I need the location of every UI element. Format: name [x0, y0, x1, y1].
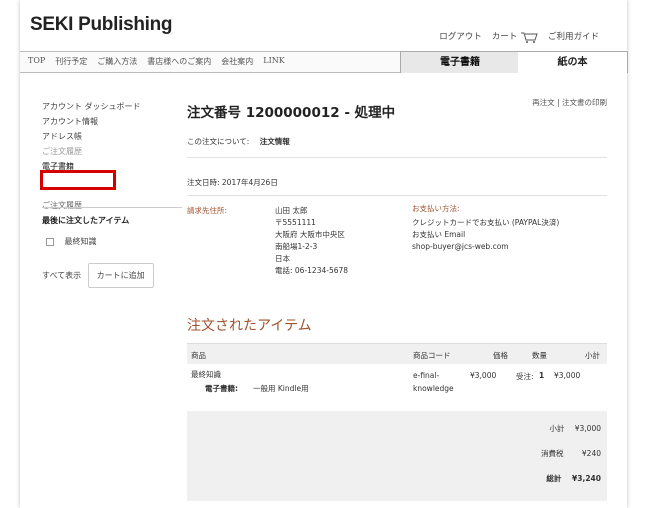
- address-line: 電話: 06-1234-5678: [275, 266, 349, 275]
- order-history-title: ご注文履歴: [42, 201, 82, 210]
- page-frame: SEKI Publishing ログアウト カート ご利用ガイド TOP 刊行予…: [20, 0, 628, 508]
- subtotal-line: 小計 ¥3,000: [549, 423, 601, 434]
- about-label: この注文について:: [187, 137, 250, 146]
- cart-label: カート: [491, 32, 518, 42]
- grand-total-value: ¥3,240: [572, 474, 601, 483]
- product-option-value: 一般用 Kindle用: [253, 384, 309, 393]
- product-price: ¥3,000: [470, 371, 497, 380]
- nav-link[interactable]: LINK: [263, 56, 284, 67]
- col-qty: 数量: [532, 351, 547, 360]
- col-price: 価格: [493, 351, 508, 360]
- sidebar-divider: [42, 207, 182, 208]
- table-header: 商品 商品コード 価格 数量 小計: [187, 343, 607, 364]
- tab-ebook[interactable]: 電子書籍: [400, 51, 520, 73]
- sidebar-item-dashboard[interactable]: アカウント ダッシュボード: [42, 99, 202, 114]
- cart-icon: [520, 31, 538, 43]
- payment-line: shop-buyer@jcs-web.com: [412, 242, 509, 251]
- product-sku-1: e-final-: [413, 371, 440, 380]
- actions-divider: |: [557, 98, 560, 107]
- add-to-cart-button[interactable]: カートに追加: [87, 263, 154, 288]
- tax-line: 消費税 ¥240: [541, 448, 601, 459]
- tax-value: ¥240: [581, 449, 601, 458]
- page-title: 注文番号 1200000012 - 処理中: [187, 105, 396, 121]
- divider: [187, 157, 607, 158]
- nav-upcoming[interactable]: 刊行予定: [55, 56, 87, 67]
- order-info-tab[interactable]: 注文情報: [260, 137, 290, 146]
- address-line: 大阪府 大阪市中央区: [275, 230, 345, 239]
- last-item-label: 最終知識: [64, 237, 97, 246]
- col-subtotal: 小計: [585, 351, 600, 360]
- subtotal-label: 小計: [549, 424, 565, 433]
- product-subtotal: ¥3,000: [554, 371, 581, 380]
- grand-total-line: 総計 ¥3,240: [546, 473, 601, 484]
- address-line: 南船場1-2-3: [275, 242, 318, 251]
- nav-bookstores[interactable]: 書店様へのご案内: [147, 56, 211, 67]
- view-all-link[interactable]: すべて表示: [42, 271, 81, 280]
- qty-label: 受注:: [516, 372, 534, 381]
- site-logo[interactable]: SEKI Publishing: [30, 14, 173, 36]
- highlight-box: [40, 170, 116, 190]
- billing-label: 請求先住所:: [187, 206, 228, 215]
- subtotal-value: ¥3,000: [574, 424, 601, 433]
- ordered-items-title: 注文されたアイテム: [187, 318, 312, 334]
- billing-address: 山田 太郎 〒5551111 大阪府 大阪市中央区 南船場1-2-3 日本 電話…: [275, 205, 348, 277]
- tab-paper-books[interactable]: 紙の本: [518, 51, 628, 73]
- nav-how-to-buy[interactable]: ご購入方法: [97, 56, 137, 67]
- main-nav: TOP 刊行予定 ご購入方法 書店様へのご案内 会社案内 LINK 電子書籍 紙…: [20, 51, 628, 73]
- qty-value: 1: [539, 371, 545, 380]
- logout-link[interactable]: ログアウト: [439, 30, 482, 42]
- sidebar-item-account-info[interactable]: アカウント情報: [42, 114, 202, 129]
- address-line: 〒5551111: [275, 218, 316, 227]
- sidebar-actions: すべて表示 カートに追加: [42, 263, 202, 288]
- address-line: 日本: [275, 254, 290, 263]
- product-sku-2: knowledge: [413, 384, 454, 393]
- grand-total-label: 総計: [546, 474, 562, 483]
- top-links: ログアウト カート ご利用ガイド: [439, 30, 599, 43]
- address-line: 山田 太郎: [275, 206, 308, 215]
- payment-line: お支払い Email: [412, 230, 466, 239]
- reorder-link[interactable]: 再注文: [532, 98, 555, 107]
- payment-label: お支払い方法:: [412, 204, 460, 213]
- order-totals: 小計 ¥3,000 消費税 ¥240 総計 ¥3,240: [187, 411, 607, 501]
- col-product: 商品: [191, 351, 206, 360]
- col-sku: 商品コード: [413, 351, 451, 360]
- payment-line: クレジットカードでお支払い (PAYPAL決済): [412, 218, 560, 227]
- item-checkbox[interactable]: [46, 237, 54, 246]
- payment-method: クレジットカードでお支払い (PAYPAL決済) お支払い Email shop…: [412, 217, 559, 253]
- product-name: 最終知識: [191, 370, 221, 379]
- order-date: 注文日時: 2017年4月26日: [187, 178, 278, 187]
- about-order: この注文について: 注文情報: [187, 136, 290, 147]
- divider: [187, 195, 607, 196]
- order-actions: 再注文 | 注文書の印刷: [532, 97, 607, 108]
- cart-link[interactable]: カート: [492, 30, 538, 43]
- last-ordered-item: 最終知識: [42, 234, 202, 249]
- print-order-link[interactable]: 注文書の印刷: [562, 98, 607, 107]
- guide-link[interactable]: ご利用ガイド: [548, 30, 599, 42]
- sidebar-item-address-book[interactable]: アドレス帳: [42, 129, 202, 144]
- nav-top[interactable]: TOP: [28, 56, 45, 67]
- product-option-label: 電子書籍:: [205, 384, 238, 393]
- nav-company[interactable]: 会社案内: [221, 56, 253, 67]
- last-ordered-title: 最後に注文したアイテム: [42, 216, 130, 225]
- tax-label: 消費税: [541, 449, 564, 458]
- sidebar-item-order-history[interactable]: ご注文履歴: [42, 144, 202, 159]
